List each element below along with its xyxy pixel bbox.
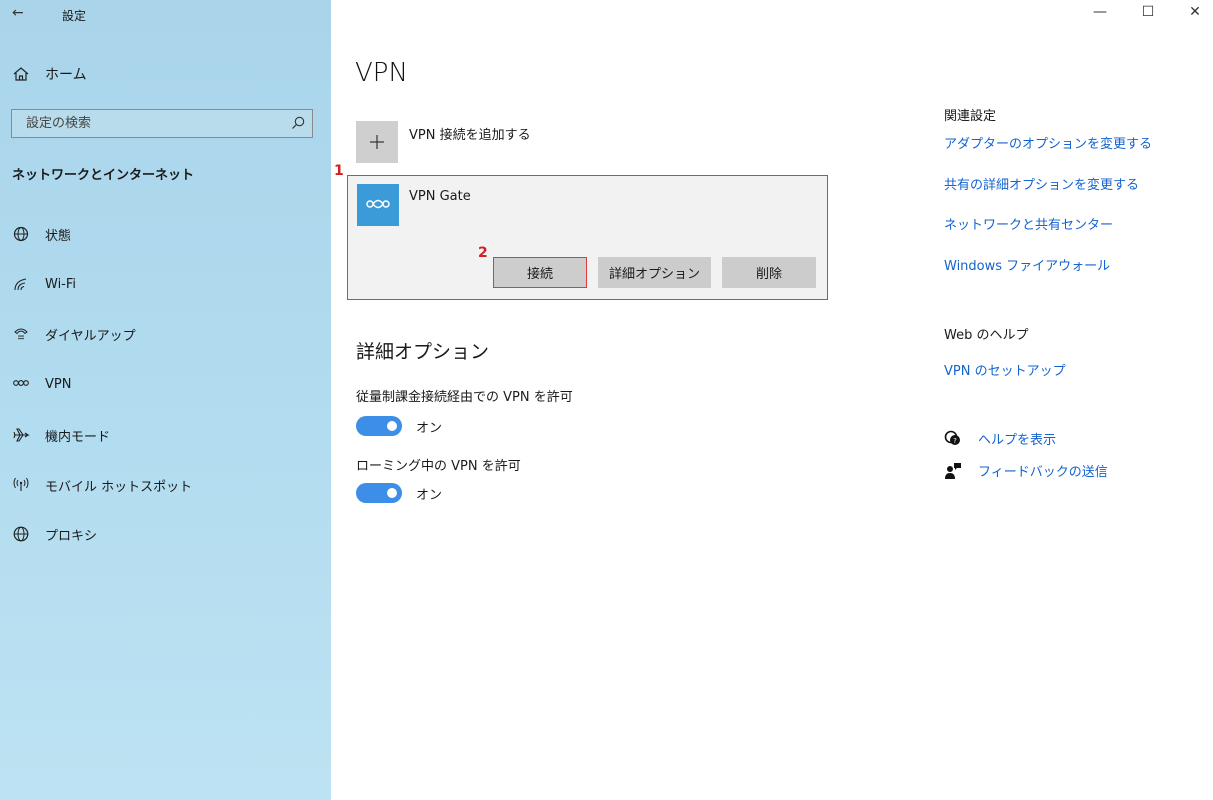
sidebar-item-label: モバイル ホットスポット <box>45 479 193 495</box>
vpn-connection-icon <box>357 184 399 226</box>
globe-status-icon <box>12 225 30 243</box>
advanced-options-title: 詳細オプション <box>356 341 490 363</box>
toggle-state-label: オン <box>416 487 443 503</box>
sidebar-item-label: 状態 <box>45 228 72 244</box>
sidebar-section-title: ネットワークとインターネット <box>12 168 195 183</box>
settings-search-box[interactable] <box>11 109 313 138</box>
toggle-switch[interactable] <box>356 416 402 436</box>
plus-icon <box>356 121 398 163</box>
sharing-options-link[interactable]: 共有の詳細オプションを変更する <box>944 174 1139 193</box>
help-label: ヘルプを表示 <box>978 433 1057 448</box>
toggle-knob <box>387 421 397 431</box>
sidebar-item-airplane[interactable]: 機内モード <box>12 424 110 446</box>
vpn-connection-card[interactable]: VPN Gate 接続 詳細オプション 削除 <box>347 175 828 300</box>
toggle-switch[interactable] <box>356 483 402 503</box>
proxy-globe-icon <box>12 525 30 543</box>
sidebar-item-label: VPN <box>45 376 72 392</box>
sidebar-item-home[interactable]: ホーム <box>12 64 87 84</box>
windows-firewall-link[interactable]: Windows ファイアウォール <box>944 255 1110 274</box>
network-sharing-center-link[interactable]: ネットワークと共有センター <box>944 214 1113 233</box>
delete-button[interactable]: 削除 <box>722 257 816 288</box>
metered-option-label: 従量制課金接続経由での VPN を許可 <box>356 390 573 405</box>
dialup-icon <box>12 325 30 343</box>
vpn-icon <box>12 375 30 393</box>
search-input[interactable] <box>12 110 296 137</box>
roaming-option-label: ローミング中の VPN を許可 <box>356 459 521 474</box>
feedback-person-icon <box>944 462 962 480</box>
sidebar-item-hotspot[interactable]: モバイル ホットスポット <box>12 474 192 496</box>
add-vpn-connection-button[interactable]: VPN 接続を追加する <box>356 121 531 163</box>
page-title: VPN <box>355 58 408 88</box>
metered-toggle[interactable]: オン <box>356 416 442 436</box>
search-icon[interactable] <box>290 115 306 131</box>
sidebar-item-proxy[interactable]: プロキシ <box>12 523 97 545</box>
sidebar-item-wifi[interactable]: Wi-Fi <box>12 273 76 295</box>
back-arrow-icon[interactable]: ← <box>12 5 24 21</box>
vpn-setup-link[interactable]: VPN のセットアップ <box>944 360 1066 379</box>
toggle-knob <box>387 488 397 498</box>
toggle-state-label: オン <box>416 420 443 436</box>
related-settings-title: 関連設定 <box>944 109 997 124</box>
maximize-icon[interactable]: ☐ <box>1136 4 1160 20</box>
step-marker-2: 2 <box>478 245 488 261</box>
sidebar-item-vpn[interactable]: VPN <box>12 373 71 395</box>
wifi-icon <box>12 275 30 293</box>
connect-button[interactable]: 接続 <box>493 257 587 288</box>
home-icon <box>12 65 30 83</box>
step-marker-1: 1 <box>334 163 344 179</box>
web-help-title: Web のヘルプ <box>944 328 1029 343</box>
close-icon[interactable]: ✕ <box>1183 4 1207 20</box>
sidebar-item-label: ダイヤルアップ <box>45 328 136 344</box>
window-title: 設定 <box>62 9 87 23</box>
sidebar-item-dialup[interactable]: ダイヤルアップ <box>12 323 136 345</box>
sidebar-item-status[interactable]: 状態 <box>12 223 71 245</box>
svg-text:?: ? <box>953 437 957 445</box>
send-feedback-link[interactable]: フィードバックの送信 <box>944 461 1108 480</box>
adapter-options-link[interactable]: アダプターのオプションを変更する <box>944 133 1152 152</box>
airplane-icon <box>12 426 30 444</box>
help-chat-icon: ? <box>944 430 962 448</box>
sidebar-item-label: ホーム <box>45 67 87 83</box>
vpn-connection-name: VPN Gate <box>409 189 471 204</box>
sidebar-item-label: プロキシ <box>45 528 98 544</box>
sidebar-item-label: Wi-Fi <box>45 276 77 292</box>
roaming-toggle[interactable]: オン <box>356 483 442 503</box>
hotspot-icon <box>12 476 30 494</box>
add-vpn-label: VPN 接続を追加する <box>409 128 531 143</box>
advanced-options-button[interactable]: 詳細オプション <box>598 257 711 288</box>
sidebar-item-label: 機内モード <box>45 429 111 445</box>
minimize-icon[interactable]: — <box>1088 4 1112 20</box>
feedback-label: フィードバックの送信 <box>978 465 1108 480</box>
get-help-link[interactable]: ? ヘルプを表示 <box>944 429 1056 448</box>
sidebar: ← 設定 ホーム ネットワークとインターネット 状態 Wi-Fi ダイヤルアップ <box>0 0 331 800</box>
